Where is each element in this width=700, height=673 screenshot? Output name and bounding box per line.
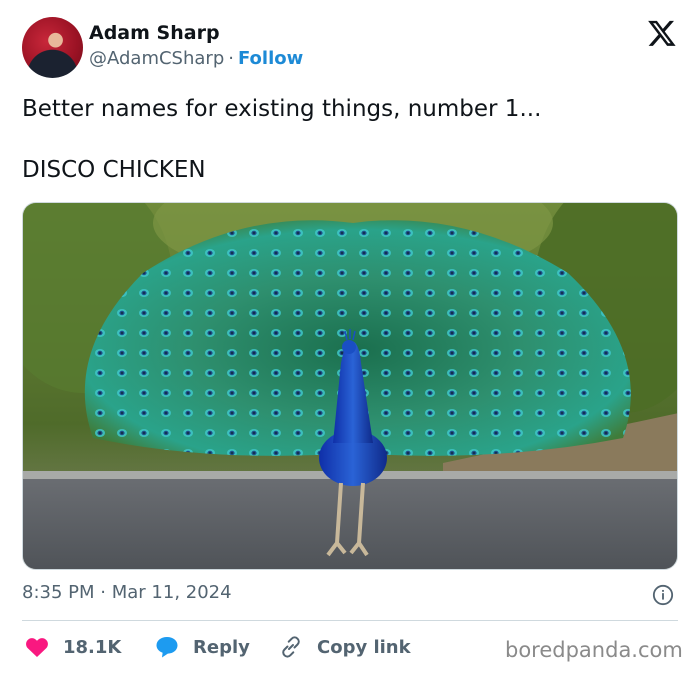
divider xyxy=(22,620,678,621)
tweet-photo-peacock[interactable] xyxy=(22,202,678,570)
follow-button[interactable]: Follow xyxy=(238,48,303,69)
reply-button[interactable]: Reply xyxy=(155,634,250,660)
handle-separator: · xyxy=(228,48,234,69)
timestamp-separator: · xyxy=(100,582,106,603)
tweet-timestamp[interactable]: 8:35 PM · Mar 11, 2024 xyxy=(22,582,232,603)
author-handle[interactable]: @AdamCSharp xyxy=(89,48,224,69)
tweet-card: Adam Sharp @AdamCSharp · Follow Better nam… xyxy=(0,0,700,673)
tweet-time: 8:35 PM xyxy=(22,582,95,603)
watermark: boredpanda.com xyxy=(505,638,683,662)
x-logo-icon[interactable] xyxy=(646,18,678,48)
tweet-text-line-2: DISCO CHICKEN xyxy=(22,157,206,183)
link-icon xyxy=(282,636,300,658)
author-handle-row: @AdamCSharp · Follow xyxy=(89,48,303,69)
heart-icon xyxy=(26,638,48,657)
info-icon[interactable] xyxy=(652,584,674,606)
copy-link-button[interactable]: Copy link xyxy=(279,634,411,660)
peacock-image xyxy=(23,203,677,569)
author-name[interactable]: Adam Sharp xyxy=(89,22,220,44)
tweet-text-line-1: Better names for existing things, number… xyxy=(22,96,542,122)
reply-label: Reply xyxy=(193,636,250,658)
speech-bubble-icon xyxy=(156,637,178,658)
like-button[interactable]: 18.1K xyxy=(25,634,121,660)
avatar[interactable] xyxy=(22,17,83,78)
tweet-date: Mar 11, 2024 xyxy=(111,582,232,603)
copy-link-label: Copy link xyxy=(317,636,411,658)
like-count: 18.1K xyxy=(63,636,122,658)
